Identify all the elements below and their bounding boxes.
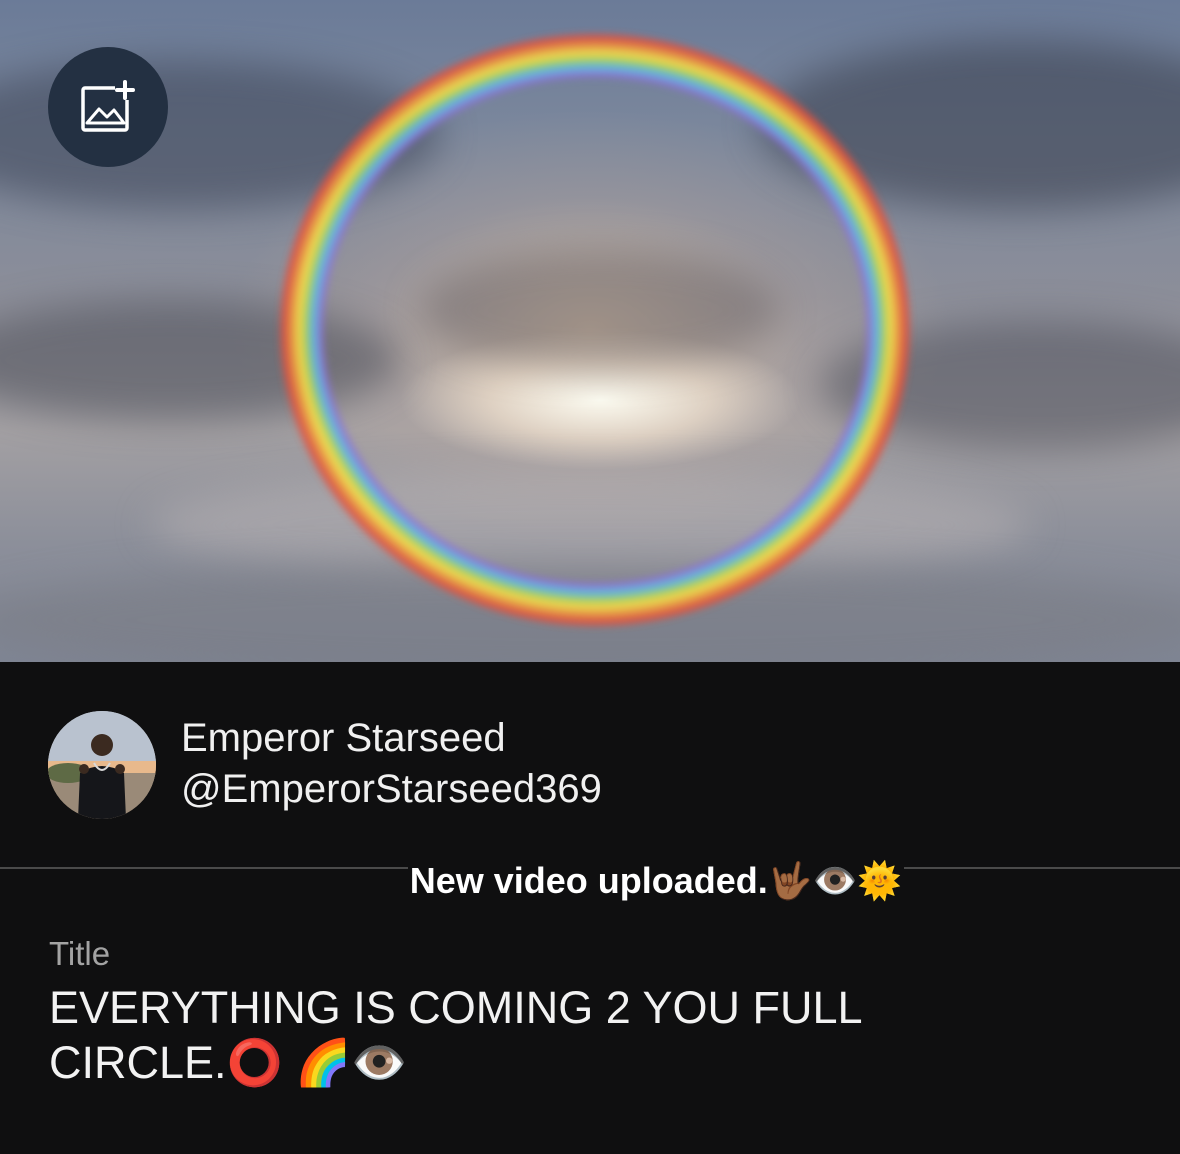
caption-wrapper: New video uploaded.🤟🏾👁️🌞 (0, 857, 1180, 905)
hero-image (0, 0, 1180, 662)
add-image-button[interactable] (48, 47, 168, 167)
author-name[interactable]: Emperor Starseed (181, 714, 506, 762)
avatar[interactable] (48, 711, 156, 819)
title-label: Title (49, 935, 111, 972)
avatar-photo (48, 711, 156, 819)
post-screen: Emperor Starseed @EmperorStarseed369 New… (0, 0, 1180, 1154)
post-title: EVERYTHING IS COMING 2 YOU FULL CIRCLE.⭕… (49, 982, 861, 1088)
image-add-icon (81, 80, 135, 132)
post-caption: New video uploaded.🤟🏾👁️🌞 (407, 860, 905, 901)
author-handle[interactable]: @EmperorStarseed369 (181, 765, 602, 813)
post-card: Emperor Starseed @EmperorStarseed369 New… (0, 662, 1180, 1154)
rainbow-halo (280, 34, 910, 626)
